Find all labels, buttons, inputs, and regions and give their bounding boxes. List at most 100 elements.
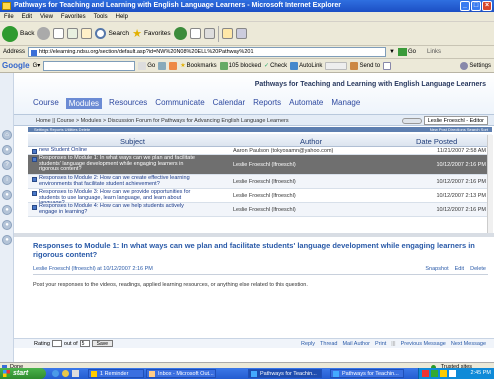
rating-input[interactable] [51,340,62,347]
thread-link[interactable]: Thread [320,341,337,347]
print-link[interactable]: Print [375,341,386,347]
links-label[interactable]: Links [427,49,441,55]
rating-save-button[interactable]: Save [91,340,114,347]
home-panel-icon[interactable]: ⌂ [2,130,12,140]
search-panel-icon[interactable]: ● [2,220,12,230]
links-panel-icon[interactable]: ● [2,235,12,245]
menu-help[interactable]: Help [116,14,128,20]
discuss-icon[interactable] [235,28,247,39]
address-input[interactable]: http://elearning.ndsu.org/section/defaul… [28,47,387,57]
col-date[interactable]: Date Posted [416,137,457,146]
autolink-button[interactable]: AutoLink [290,61,322,70]
mail-icon[interactable] [189,28,201,39]
search-button[interactable]: Search [95,28,129,39]
menu-edit[interactable]: Edit [22,14,32,20]
taskbar-inbox[interactable]: Inbox - Microsoft Out... [146,369,216,378]
col-author[interactable]: Author [300,137,322,146]
tools-panel-icon[interactable]: ● [2,205,12,215]
close-button[interactable]: × [482,1,492,11]
table-row[interactable]: Responses to Module 3: How can we provid… [28,189,492,206]
refresh-icon[interactable] [67,28,79,39]
table-row[interactable]: Responses to Module 4: How can we help s… [28,203,492,217]
maximize-button[interactable]: □ [471,1,481,11]
info-panel-icon[interactable]: i [2,175,12,185]
forward-arrow-icon[interactable] [37,27,51,40]
tray-icon[interactable] [431,370,438,377]
spellcheck-button[interactable]: ✓ Check [264,62,287,70]
google-go-button[interactable]: Go [138,61,155,70]
tray-icon[interactable] [440,370,447,377]
edit-link[interactable]: Edit [455,266,464,272]
user-name[interactable]: Leslie Froeschl - Editor [423,116,488,125]
nav-communicate[interactable]: Communicate [154,98,205,109]
history-icon[interactable] [173,27,187,40]
nav-manage[interactable]: Manage [330,98,361,109]
menu-file[interactable]: File [4,14,14,20]
desktop-quicklaunch-icon[interactable] [72,370,79,377]
table-row[interactable]: new Student Online Aaron Paulson (tokyos… [28,147,492,155]
reply-link[interactable]: Reply [301,341,315,347]
google-pagerank-icon[interactable] [169,61,178,70]
row-subject[interactable]: new Student Online [32,147,192,154]
popup-blocker[interactable]: 105 blocked [219,61,261,70]
google-news-icon[interactable] [158,61,167,70]
stop-icon[interactable] [53,28,65,39]
help-panel-icon[interactable]: ? [2,160,12,170]
dropdown-icon[interactable]: ▼ [389,49,395,55]
tray-icon[interactable] [422,370,429,377]
menu-favorites[interactable]: Favorites [61,14,86,20]
mail-author-link[interactable]: Mail Author [342,341,370,347]
pane-splitter[interactable] [14,233,494,237]
ie-quicklaunch-icon[interactable] [52,370,59,377]
go-button[interactable]: Go [397,48,416,56]
minimize-button[interactable]: _ [460,1,470,11]
breadcrumb[interactable]: Home || Course > Modules > Discussion Fo… [36,118,289,124]
back-button[interactable]: Back [2,25,34,42]
previous-message-link[interactable]: Previous Message [401,341,446,347]
nav-modules[interactable]: Modules [65,98,103,109]
google-settings-button[interactable]: Settings [460,61,494,70]
favorites-button[interactable]: ★ Favorites [132,27,171,40]
nav-reports[interactable]: Reports [252,98,282,109]
menu-tools[interactable]: Tools [94,14,108,20]
col-subject[interactable]: Subject [120,137,145,146]
outlook-quicklaunch-icon[interactable] [62,370,69,377]
sendto-button[interactable]: Send to [350,61,380,70]
home-icon[interactable] [81,28,93,39]
table-row-selected[interactable]: Responses to Module 1: In what ways can … [28,155,492,175]
autofill-icon[interactable] [325,61,348,70]
menu-view[interactable]: View [40,14,53,20]
people-panel-icon[interactable]: ● [2,145,12,155]
user-toggle[interactable] [401,117,422,124]
google-search-input[interactable] [43,60,136,71]
table-scrollbar[interactable] [487,135,493,233]
forum-toolbar-right[interactable]: New Post Directions Search Sort [430,127,488,132]
chat-panel-icon[interactable]: ● [2,190,12,200]
taskbar-pathways-1[interactable]: Pathways for Teachin... [248,369,322,378]
start-button[interactable]: start [0,368,46,379]
table-row[interactable]: Responses to Module 2: How can we create… [28,175,492,189]
google-g-dropdown-icon[interactable]: G▾ [33,62,41,69]
edit-icon[interactable] [221,28,233,39]
row-subject[interactable]: Responses to Module 1: In what ways can … [32,155,202,173]
forum-toolbar-left[interactable]: Settings Reports Utilities Delete [34,127,90,132]
rating-max-input[interactable]: 5 [79,340,90,347]
delete-link[interactable]: Delete [470,266,486,272]
bookmarks-button[interactable]: ★ Bookmarks [180,62,216,70]
snapshot-link[interactable]: Snapshot [425,266,448,272]
taskbar-pathways-2[interactable]: Pathways for Teachin... [330,369,404,378]
message-meta[interactable]: Leslie Froeschl (lfroeschl) at 10/12/200… [33,266,153,272]
nav-automate[interactable]: Automate [288,98,324,109]
next-message-link[interactable]: Next Message [451,341,486,347]
row-subject[interactable]: Responses to Module 2: How can we create… [32,175,202,187]
rating-outof-label: out of [63,340,78,347]
highlight-icon[interactable] [383,61,392,70]
taskbar-reminder[interactable]: 1 Reminder [88,369,144,378]
nav-resources[interactable]: Resources [108,98,148,109]
tray-icon[interactable] [449,370,456,377]
clock[interactable]: 2:45 PM [471,370,491,376]
nav-course[interactable]: Course [32,98,60,109]
nav-calendar[interactable]: Calendar [212,98,246,109]
row-subject[interactable]: Responses to Module 4: How can we help s… [32,203,202,215]
print-icon[interactable] [203,28,215,39]
